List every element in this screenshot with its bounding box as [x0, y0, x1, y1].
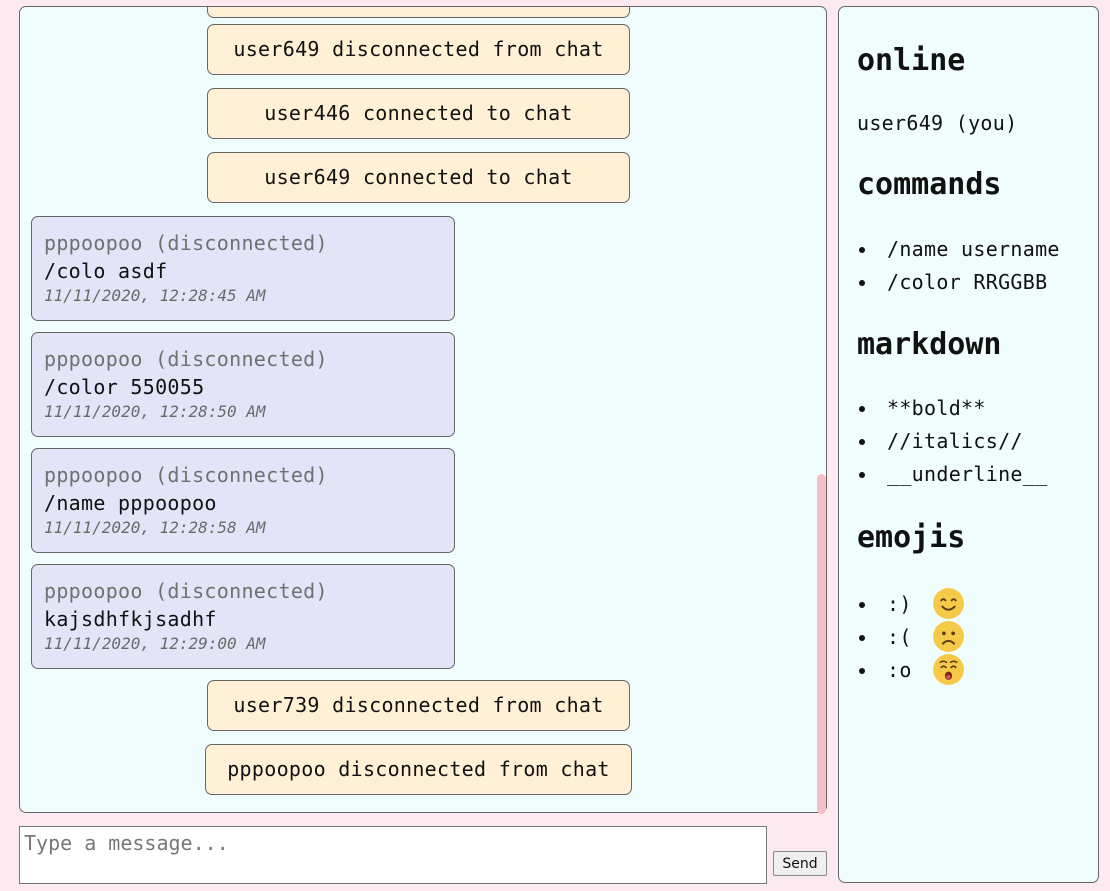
emoji-item: :o — [857, 654, 965, 687]
send-button[interactable]: Send — [773, 851, 827, 876]
markdown-item: __underline__ — [857, 458, 1047, 491]
message-timestamp: 11/11/2020, 12:28:45 AM — [44, 286, 266, 305]
emoji-code: :( — [887, 625, 912, 649]
system-message: user649 connected to chat — [207, 152, 630, 203]
chat-message: pppoopoo (disconnected) /name pppoopoo 1… — [31, 448, 455, 553]
emojis-list: :) :( :o — [857, 588, 965, 687]
message-text: kajsdhfkjsadhf — [44, 607, 217, 631]
commands-heading: commands — [857, 167, 1002, 202]
commands-list: /name username /color RRGGBB — [857, 233, 1060, 299]
system-message: user446 connected to chat — [207, 88, 630, 139]
surprised-face-icon — [933, 654, 964, 685]
message-list[interactable]: user649 disconnected from chat user446 c… — [20, 7, 826, 812]
sidebar: online user649 (you) commands /name user… — [838, 6, 1099, 883]
message-author: pppoopoo (disconnected) — [44, 463, 328, 487]
online-user: user649 (you) — [857, 111, 1018, 135]
emoji-item: :) — [857, 588, 965, 621]
message-timestamp: 11/11/2020, 12:29:00 AM — [44, 634, 266, 653]
chat-message: pppoopoo (disconnected) /colo asdf 11/11… — [31, 216, 455, 321]
message-author: pppoopoo (disconnected) — [44, 231, 328, 255]
command-item: /name username — [857, 233, 1060, 266]
message-author: pppoopoo (disconnected) — [44, 579, 328, 603]
message-input[interactable] — [19, 826, 767, 884]
markdown-item: **bold** — [857, 392, 1047, 425]
chat-panel: user649 disconnected from chat user446 c… — [19, 6, 827, 813]
system-message: pppoopoo disconnected from chat — [205, 744, 632, 795]
emoji-code: :o — [887, 658, 912, 682]
emojis-heading: emojis — [857, 520, 966, 555]
markdown-list: **bold** //italics// __underline__ — [857, 392, 1047, 491]
system-message: user649 disconnected from chat — [207, 24, 630, 75]
message-timestamp: 11/11/2020, 12:28:50 AM — [44, 402, 266, 421]
message-text: /color 550055 — [44, 375, 205, 399]
smiling-face-icon — [933, 588, 964, 619]
frowning-face-icon — [933, 621, 964, 652]
emoji-code: :) — [887, 592, 912, 616]
command-item: /color RRGGBB — [857, 266, 1060, 299]
message-author: pppoopoo (disconnected) — [44, 347, 328, 371]
chat-message: pppoopoo (disconnected) kajsdhfkjsadhf 1… — [31, 564, 455, 669]
online-heading: online — [857, 43, 966, 78]
scrollbar-thumb[interactable] — [817, 474, 826, 814]
message-timestamp: 11/11/2020, 12:28:58 AM — [44, 518, 266, 537]
chat-message: pppoopoo (disconnected) /color 550055 11… — [31, 332, 455, 437]
message-text: /colo asdf — [44, 259, 168, 283]
markdown-item: //italics// — [857, 425, 1047, 458]
emoji-item: :( — [857, 621, 965, 654]
system-message: user739 disconnected from chat — [207, 680, 630, 731]
message-text: /name pppoopoo — [44, 491, 217, 515]
system-message — [207, 7, 630, 18]
markdown-heading: markdown — [857, 327, 1002, 362]
